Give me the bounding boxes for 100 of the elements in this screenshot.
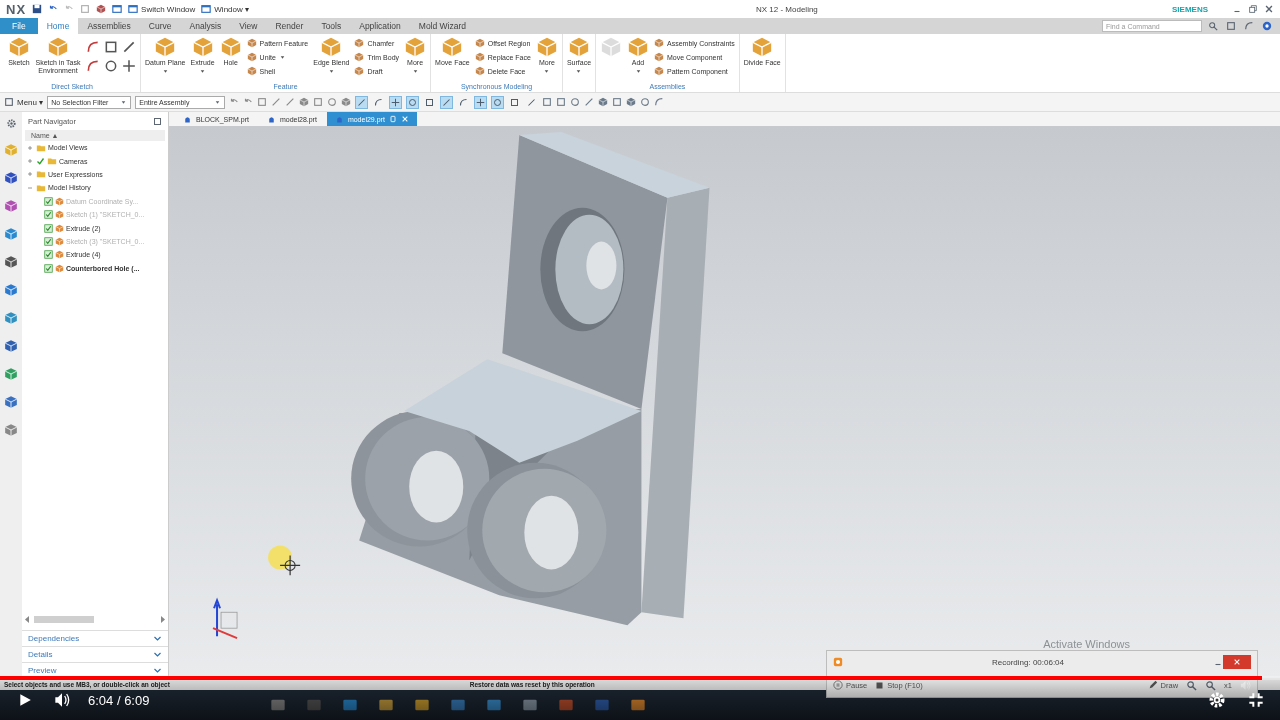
square-icon[interactable] [542,97,553,107]
square-icon[interactable] [612,97,623,107]
ribbon-tab[interactable]: View [230,18,267,34]
scroll-left-icon[interactable] [25,615,30,623]
square-icon[interactable] [556,97,567,107]
cube-icon[interactable] [4,283,18,297]
app-icon[interactable] [594,697,610,713]
window-icon [201,4,212,14]
settings-button[interactable] [1208,691,1226,709]
ribbon-tab[interactable]: Mold Wizard [409,18,476,34]
caret-icon [120,98,128,106]
scroll-right-icon[interactable] [160,615,165,623]
app-icon[interactable] [450,697,466,713]
search-icon[interactable] [1208,21,1218,31]
square-icon[interactable] [153,116,162,126]
ribbon-tab[interactable]: Analysis [180,18,231,34]
play-button[interactable] [18,693,32,707]
plus-icon[interactable] [122,59,136,73]
ribbon-tab[interactable]: Render [266,18,313,34]
cube-icon[interactable] [4,171,18,185]
arc-icon[interactable] [86,40,100,54]
line-icon [442,97,452,107]
cube-icon[interactable] [4,199,18,213]
snap-toggle[interactable] [355,95,369,109]
app-icon[interactable] [342,697,358,713]
checkbox-icon[interactable] [44,210,53,220]
app-icon[interactable] [486,697,502,713]
ribbon-tab[interactable]: Tools [312,18,351,34]
arc-icon[interactable] [654,97,665,107]
circle-icon[interactable] [640,97,651,107]
app-icon[interactable] [630,697,646,713]
square-icon[interactable] [104,40,118,54]
app-icon[interactable] [270,697,286,713]
app-icon[interactable] [414,697,430,713]
cube-icon[interactable] [598,97,609,107]
expand-icon[interactable] [26,170,34,179]
checkbox-icon[interactable] [44,250,53,260]
close-icon[interactable] [1264,4,1274,14]
restore-icon[interactable] [1248,4,1258,14]
collapsible-panel[interactable]: Details [22,646,168,662]
snap-toggle[interactable] [474,95,488,109]
play-icon [18,693,32,707]
scrollbar-thumb[interactable] [34,615,94,623]
search-icon[interactable] [1186,679,1198,691]
save-icon[interactable] [32,4,43,14]
circle-icon[interactable] [570,97,581,107]
app-icon[interactable] [378,697,394,713]
app-icon[interactable] [522,697,538,713]
arc-icon[interactable] [1244,21,1254,31]
cube-icon [654,66,665,76]
ribbon-tab[interactable]: Home [37,18,79,34]
cube-icon[interactable] [4,227,18,241]
cube-icon [320,36,343,58]
cube-icon[interactable] [626,97,637,107]
recording-title: Recording: 00:06:04 [990,657,1066,667]
exit-fullscreen-button[interactable] [1248,692,1264,708]
cube-icon[interactable] [4,395,18,409]
checkbox-icon[interactable] [44,263,53,273]
collapsible-panel[interactable]: Dependencies [22,630,168,646]
expand-icon[interactable] [26,157,34,166]
snap-toggle[interactable] [389,95,403,109]
arc-icon [459,97,469,107]
window-icon[interactable] [112,4,123,14]
app-icon[interactable] [558,697,574,713]
ribbon-tab[interactable]: Assemblies [78,18,140,34]
snap-toggle[interactable] [440,95,454,109]
cube-icon[interactable] [4,255,18,269]
ribbon-tab[interactable]: Curve [139,18,181,34]
square-icon[interactable] [1226,21,1236,31]
close-button[interactable] [1223,655,1251,669]
cube-icon[interactable] [4,423,18,437]
volume-button[interactable] [54,692,70,708]
search-icon[interactable] [1205,679,1217,691]
line-icon[interactable] [122,40,136,54]
line-icon[interactable] [584,97,595,107]
volume-icon[interactable] [1240,679,1251,691]
checkbox-icon[interactable] [44,236,53,246]
ribbon-tab[interactable]: Application [350,18,410,34]
expand-icon[interactable] [26,143,34,152]
gear-icon[interactable] [5,118,17,129]
window-menu[interactable]: Window ▾ [201,4,249,14]
checkbox-icon[interactable] [44,223,53,233]
cube-icon[interactable] [96,4,107,14]
cube-icon [441,36,464,58]
snap-toggle[interactable] [406,95,420,109]
checkbox-icon[interactable] [44,196,53,206]
cube-icon[interactable] [299,97,310,107]
file-menu-tab[interactable]: File [0,18,38,34]
cube-icon[interactable] [4,339,18,353]
cube-icon[interactable] [341,97,352,107]
arc-icon[interactable] [86,59,100,73]
switch-window-button[interactable]: Switch Window [128,4,196,14]
close-icon [1233,658,1241,666]
app-logo: NX [6,1,27,17]
cube-icon[interactable] [4,311,18,325]
cube-icon[interactable] [4,367,18,381]
snap-toggle[interactable] [491,95,505,109]
triad-icon [212,597,239,640]
circle-icon[interactable] [104,59,118,73]
menu-button[interactable]: Menu ▾ [4,97,44,107]
